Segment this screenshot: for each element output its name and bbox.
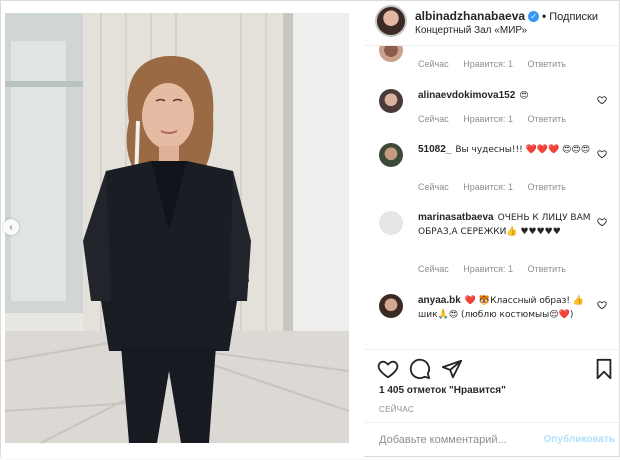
- comment-likes[interactable]: Нравится: 1: [463, 59, 513, 69]
- comment-time[interactable]: Сейчас: [418, 182, 449, 192]
- post-photo[interactable]: ‹: [1, 1, 364, 458]
- comment-avatar[interactable]: [379, 211, 403, 235]
- comment-text: 😍: [519, 91, 529, 101]
- instagram-post: ‹ albinadzhanabaeva ✓ • Подписки Концертный…: [0, 0, 620, 458]
- likes-count[interactable]: 1 405 отметок "Нравится": [379, 385, 506, 396]
- like-comment-heart-icon[interactable]: [597, 217, 607, 227]
- like-heart-icon[interactable]: [377, 358, 399, 380]
- comment-meta: Сейчас Нравится: 1 Ответить: [418, 114, 578, 124]
- comment-username[interactable]: anyaa.bk: [418, 295, 461, 306]
- comment-meta: Сейчас Нравится: 1 Ответить: [418, 182, 578, 192]
- comment-likes[interactable]: Нравится: 1: [463, 264, 513, 274]
- comment-avatar[interactable]: [379, 46, 403, 62]
- comment-username[interactable]: 51082_: [418, 144, 451, 155]
- comment-likes[interactable]: Нравится: 1: [463, 114, 513, 124]
- previous-image-button[interactable]: ‹: [3, 219, 19, 235]
- comment-time[interactable]: Сейчас: [418, 114, 449, 124]
- reply-button[interactable]: Ответить: [528, 59, 566, 69]
- reply-button[interactable]: Ответить: [528, 264, 566, 274]
- comment-text: Вы чудесны!!! ❤️❤️❤️ 😍😍😍: [455, 145, 591, 155]
- verified-badge-icon: ✓: [528, 11, 540, 22]
- comment-time[interactable]: Сейчас: [418, 59, 449, 69]
- comment-time[interactable]: Сейчас: [418, 264, 449, 274]
- chevron-left-icon: ‹: [9, 221, 13, 233]
- separator-dot: •: [542, 9, 547, 23]
- post-header: albinadzhanabaeva ✓ • Подписки Концертный З…: [365, 1, 620, 46]
- comment-username[interactable]: marinasatbaeva: [418, 212, 494, 223]
- author-avatar[interactable]: [375, 5, 407, 37]
- bookmark-icon[interactable]: [593, 358, 615, 380]
- post-location[interactable]: Концертный Зал «МИР»: [415, 25, 527, 36]
- post-photo-illustration: [1, 1, 364, 458]
- reply-button[interactable]: Ответить: [528, 182, 566, 192]
- author-username[interactable]: albinadzhanabaeva: [415, 9, 525, 23]
- comment-input[interactable]: [377, 433, 531, 447]
- publish-button[interactable]: Опубликовать: [544, 434, 615, 445]
- comment-body: marinasatbaeva ОЧЕНЬ К ЛИЦУ ВАМ ОБРАЗ,А С…: [418, 211, 598, 239]
- post-actions: 1 405 отметок "Нравится" СЕЙЧАС Опублико…: [365, 349, 620, 459]
- like-comment-heart-icon[interactable]: [597, 300, 607, 310]
- comment-body: anyaa.bk ❤️ 🐯Классный образ! 👍шик🙏😍 (любл…: [418, 294, 598, 322]
- comment-avatar[interactable]: [379, 89, 403, 113]
- comment-meta: Сейчас Нравится: 1 Ответить: [418, 264, 578, 274]
- like-comment-heart-icon[interactable]: [597, 149, 607, 159]
- comment-body: alinaevdokimova152 😍: [418, 89, 598, 103]
- comment-avatar[interactable]: [379, 294, 403, 318]
- like-comment-heart-icon[interactable]: [597, 95, 607, 105]
- comment-avatar[interactable]: [379, 143, 403, 167]
- comment-body: 51082_ Вы чудесны!!! ❤️❤️❤️ 😍😍😍: [418, 143, 598, 157]
- comments-list[interactable]: Сейчас Нравится: 1 Ответить alinaevdokim…: [365, 46, 620, 348]
- post-sidebar: albinadzhanabaeva ✓ • Подписки Концертный З…: [365, 1, 620, 458]
- comment-likes[interactable]: Нравится: 1: [463, 182, 513, 192]
- post-time[interactable]: СЕЙЧАС: [379, 405, 414, 414]
- follow-status-button[interactable]: Подписки: [549, 11, 598, 23]
- reply-button[interactable]: Ответить: [528, 114, 566, 124]
- share-paper-plane-icon[interactable]: [441, 358, 463, 380]
- comment-meta: Сейчас Нравится: 1 Ответить: [418, 59, 578, 69]
- author-line: albinadzhanabaeva ✓ • Подписки: [415, 9, 598, 23]
- comment-username[interactable]: alinaevdokimova152: [418, 90, 515, 101]
- comment-bubble-icon[interactable]: [409, 358, 431, 380]
- add-comment-bar: Опубликовать: [365, 422, 620, 460]
